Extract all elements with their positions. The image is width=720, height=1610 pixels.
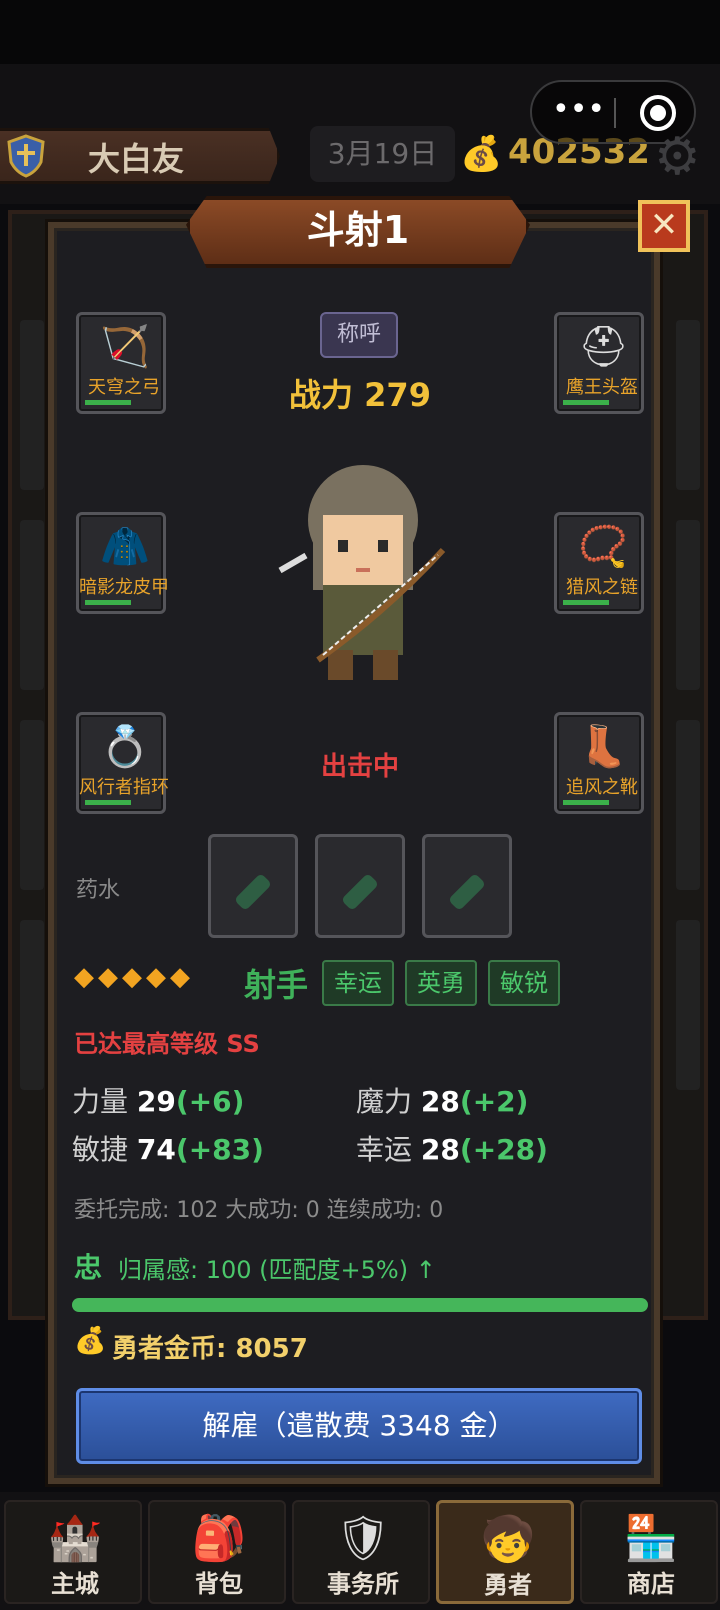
durability-bar [563, 400, 609, 405]
equip-slot-armor[interactable]: 🧥 暗影龙皮甲 [76, 512, 169, 614]
hero-class: 射手 [244, 966, 309, 1004]
hero-name-title: 斗射1 [306, 208, 410, 252]
durability-bar [85, 400, 131, 405]
bag-icon: 🎒 [191, 1513, 247, 1564]
bg-list-item [20, 320, 44, 490]
stat-luck: 幸运 28(+28) [356, 1128, 548, 1168]
durability-bar [85, 600, 131, 605]
stat-label: 敏捷 [72, 1133, 129, 1166]
hero-status: 出击中 [320, 752, 399, 782]
close-target-icon[interactable] [640, 95, 676, 131]
max-level-text: 已达最高等级 SS [74, 1030, 260, 1058]
combat-power: 战力 279 [289, 376, 431, 414]
bg-list-item [676, 720, 700, 890]
nav-office[interactable]: 🛡 事务所 [292, 1500, 430, 1604]
potion-label: 药水 [76, 878, 121, 903]
bg-list-item [676, 520, 700, 690]
equip-slot-necklace[interactable]: 📿 猎风之链 [554, 512, 644, 614]
stat-agility: 敏捷 74(+83) [72, 1128, 264, 1168]
dismiss-button[interactable]: 解雇（遣散费 3348 金） [76, 1388, 642, 1464]
equip-slot-boots[interactable]: 👢 追风之靴 [554, 712, 644, 814]
loyalty-icon: 忠 [74, 1251, 103, 1284]
stat-bonus: (+6) [175, 1085, 245, 1118]
cloak-armor-icon: 🧥 [100, 524, 150, 570]
trait-badge[interactable]: 敏锐 [488, 960, 560, 1006]
nav-shop[interactable]: 🏪 商店 [580, 1500, 718, 1604]
equip-slot-helmet[interactable]: ⛑ 鹰王头盔 [554, 312, 644, 414]
durability-bar [85, 800, 131, 805]
rank-stars: ◆◆◆◆◆ [74, 962, 194, 992]
money-bag-icon: 💰 [460, 134, 503, 174]
date-display: 3月19日 [310, 126, 455, 182]
equip-label: 猎风之链 [566, 577, 638, 598]
nav-label: 商店 [627, 1570, 675, 1598]
potion-icon [447, 872, 487, 912]
loyalty-text: 归属感: 100 (匹配度+5%) ↑ [118, 1256, 436, 1284]
stat-value: 29 [136, 1085, 176, 1118]
potion-icon [233, 872, 273, 912]
potion-slot[interactable] [422, 834, 512, 938]
stat-value: 74 [136, 1133, 176, 1166]
helmet-icon: ⛑ [578, 324, 629, 370]
equip-label: 暗影龙皮甲 [79, 577, 169, 598]
equip-slot-weapon[interactable]: 🏹 天穹之弓 [76, 312, 166, 414]
stat-label: 幸运 [356, 1133, 413, 1166]
stat-value: 28 [420, 1085, 460, 1118]
hero-coins: 勇者金币: 8057 [112, 1334, 308, 1364]
coin-bag-icon: 💰 [74, 1326, 107, 1356]
hero-icon: 🧒 [480, 1514, 536, 1565]
stat-magic: 魔力 28(+2) [356, 1080, 528, 1120]
quest-summary: 委托完成: 102 大成功: 0 连续成功: 0 [74, 1198, 444, 1223]
nav-label: 背包 [195, 1570, 243, 1598]
castle-icon: 🏰 [47, 1513, 103, 1564]
equip-label: 追风之靴 [566, 777, 638, 798]
stat-value: 28 [420, 1133, 460, 1166]
potion-slot[interactable] [315, 834, 405, 938]
stat-strength: 力量 29(+6) [72, 1080, 244, 1120]
shop-icon: 🏪 [623, 1513, 679, 1564]
bg-list-item [676, 920, 700, 1090]
loyalty-progress-fill [72, 1298, 648, 1312]
stat-bonus: (+28) [459, 1133, 548, 1166]
nav-backpack[interactable]: 🎒 背包 [148, 1500, 286, 1604]
nav-heroes[interactable]: 🧒 勇者 [436, 1500, 574, 1604]
stat-label: 魔力 [356, 1085, 413, 1118]
boots-icon: 👢 [578, 724, 628, 770]
capsule-divider [614, 98, 616, 128]
bg-list-item [20, 920, 44, 1090]
bow-icon: 🏹 [100, 324, 150, 370]
title-badge-button[interactable]: 称呼 [320, 312, 398, 358]
close-button[interactable]: ✕ [638, 200, 690, 252]
nav-main-city[interactable]: 🏰 主城 [4, 1500, 142, 1604]
necklace-icon: 📿 [578, 524, 628, 570]
nav-label: 主城 [51, 1570, 99, 1598]
equip-label: 风行者指环 [79, 777, 169, 798]
durability-bar [563, 600, 609, 605]
potion-slot[interactable] [208, 834, 298, 938]
player-name: 大白友 [88, 140, 185, 178]
settings-gear-icon[interactable]: ⚙ [654, 130, 708, 184]
potion-icon [340, 872, 380, 912]
equip-label: 鹰王头盔 [566, 377, 638, 398]
trait-badge[interactable]: 幸运 [322, 960, 394, 1006]
bg-list-item [20, 520, 44, 690]
nav-label: 事务所 [327, 1570, 399, 1598]
trait-badge[interactable]: 英勇 [405, 960, 477, 1006]
ring-icon: 💍 [100, 724, 150, 770]
guild-shield-icon [7, 134, 45, 178]
stat-label: 力量 [72, 1085, 129, 1118]
more-icon[interactable]: ••• [552, 95, 605, 128]
stat-bonus: (+2) [459, 1085, 529, 1118]
stat-bonus: (+83) [175, 1133, 264, 1166]
archer-hero-sprite [278, 465, 446, 680]
nav-label: 勇者 [484, 1571, 532, 1599]
status-bar [0, 0, 720, 64]
durability-bar [563, 800, 609, 805]
bg-list-item [20, 720, 44, 890]
equip-slot-ring[interactable]: 💍 风行者指环 [76, 712, 169, 814]
shield-icon: 🛡 [335, 1513, 391, 1564]
bg-list-item [676, 320, 700, 490]
equip-label: 天穹之弓 [88, 377, 160, 398]
loyalty-progress-bar [72, 1298, 648, 1312]
